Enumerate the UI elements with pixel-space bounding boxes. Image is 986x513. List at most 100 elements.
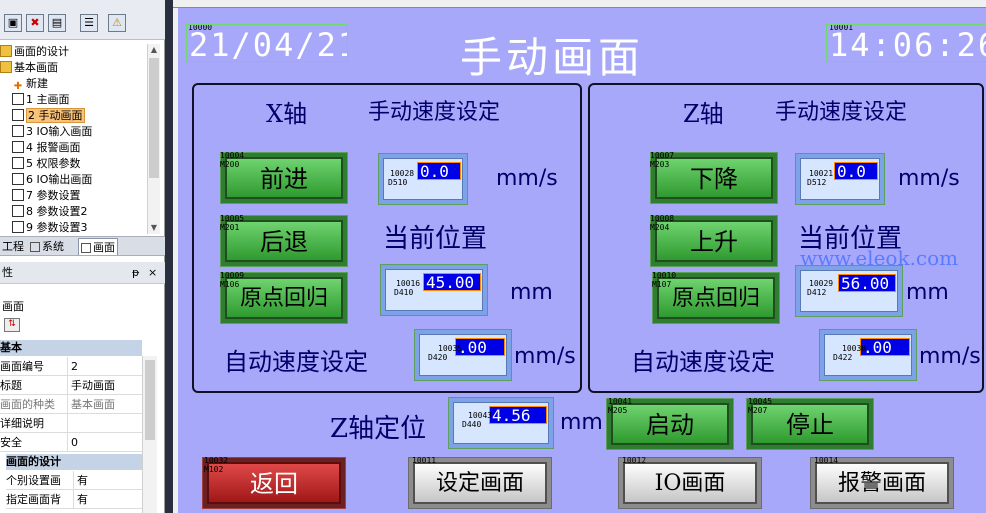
x-auto-speed-label: 自动速度设定 — [224, 348, 368, 376]
property-row[interactable]: 画面编号 2 — [0, 357, 150, 376]
property-row[interactable]: 标题 手动画面 — [0, 376, 150, 395]
object-id: 10045 — [748, 397, 773, 406]
pin-icon[interactable]: ᵽ — [132, 262, 139, 284]
object-id: 10011 — [412, 456, 437, 465]
property-row[interactable]: 指定画面背有 — [6, 490, 156, 509]
tree-item[interactable]: ✚ 新建 — [12, 76, 48, 92]
object-id: 10021 — [809, 169, 834, 178]
tab-icon — [30, 242, 40, 252]
workspace-background — [165, 0, 173, 513]
panel-tabs: 工程 系统 画面 — [0, 236, 165, 256]
property-row[interactable]: 安全 0 — [0, 433, 150, 452]
tree-item[interactable]: 7 参数设置 — [12, 188, 81, 204]
tab-label: 画面 — [93, 241, 115, 254]
scroll-thumb[interactable] — [149, 58, 159, 178]
property-scroll-thumb[interactable] — [145, 360, 155, 440]
tab-label: 系统 — [42, 240, 64, 253]
tree-item-label: 5 权限参数 — [26, 157, 81, 170]
scroll-up-icon[interactable]: ▲ — [148, 44, 160, 56]
property-value[interactable]: 有 — [77, 471, 88, 490]
page-icon — [12, 141, 24, 153]
tree-item-label: 7 参数设置 — [26, 189, 81, 202]
x-speed-label: 手动速度设定 — [368, 100, 501, 125]
property-key: 画面的种类 — [0, 395, 68, 414]
property-value[interactable]: 有 — [77, 490, 88, 509]
warning-icon[interactable]: ⚠ — [108, 14, 126, 32]
tree-scrollbar[interactable]: ▲ ▼ — [147, 44, 160, 234]
tree-item[interactable]: 9 参数设置3 — [12, 220, 88, 234]
tree-item[interactable]: 8 参数设置2 — [12, 204, 88, 220]
tree-item-label: 6 IO输出画面 — [26, 173, 93, 186]
property-subject: 画面 — [2, 300, 24, 313]
property-value[interactable]: 0 — [71, 433, 78, 452]
tab-icon — [81, 243, 91, 253]
close-icon[interactable]: × — [148, 262, 157, 284]
project-panel: ▣ ✖ ▤ ☰ ⚠ 画面的设计 基本画面 ✚ 新建 1 主画面 2 手动画面 3 IO输入画… — [0, 0, 165, 513]
page-icon — [12, 93, 24, 105]
device-address: M204 — [650, 223, 670, 232]
object-id: 10035 — [438, 344, 463, 353]
tab-2[interactable]: 画面 — [78, 238, 118, 255]
object-id: 10012 — [622, 456, 647, 465]
device-address: D510 — [388, 178, 408, 187]
open-icon[interactable]: ▣ — [4, 14, 22, 32]
device-address: D422 — [833, 353, 853, 362]
tree-item[interactable]: 3 IO输入画面 — [12, 124, 92, 140]
object-id: 10008 — [650, 214, 675, 223]
property-group[interactable]: 画面的设计 — [6, 454, 142, 470]
tree-item[interactable]: 5 权限参数 — [12, 156, 81, 172]
tree-item-label: 9 参数设置3 — [26, 221, 88, 234]
folder-icon — [0, 61, 12, 73]
object-id: 10029 — [809, 279, 834, 288]
sort-icon[interactable]: ⇅ — [4, 318, 20, 332]
z-target-unit: mm — [560, 410, 603, 435]
tree-item[interactable]: 1 主画面 — [12, 92, 70, 108]
property-key: 个别设置画 — [6, 471, 74, 490]
object-id: 10009 — [220, 271, 245, 280]
screen-tree: 画面的设计基本画面 ✚ 新建 1 主画面 2 手动画面 3 IO输入画面 4 报警画面 5 权… — [0, 44, 150, 234]
tree-item[interactable]: 6 IO输出画面 — [12, 172, 92, 188]
tree-item-label: 3 IO输入画面 — [26, 125, 93, 138]
tree-item[interactable]: 4 报警画面 — [12, 140, 81, 156]
z-positioning-label: Z轴定位 — [330, 414, 427, 444]
z-speed-label: 手动速度设定 — [775, 100, 908, 125]
tree-item-label: 2 手动画面 — [26, 108, 85, 123]
property-grid: 基本 画面编号 2 标题 手动画面 画面的种类 基本画面 详细说明 安全 0 个别设置画有指定画面背… — [0, 340, 165, 513]
page-icon — [12, 109, 24, 121]
property-group[interactable]: 基本 — [0, 340, 142, 356]
object-id: 10016 — [396, 279, 421, 288]
z-position-unit: mm — [906, 280, 949, 305]
device-address: M207 — [748, 406, 768, 415]
property-value[interactable]: 手动画面 — [71, 376, 115, 395]
device-address: M205 — [608, 406, 628, 415]
tree-item[interactable]: 基本画面 — [0, 60, 58, 76]
tree-item-label: 画面的设计 — [14, 45, 69, 58]
device-address: M200 — [220, 160, 240, 169]
tree-item[interactable]: 画面的设计 — [0, 44, 69, 60]
tab-0[interactable]: 工程 — [0, 238, 26, 255]
tree-item-label: 8 参数设置2 — [26, 205, 88, 218]
watermark: www.eleok.com — [800, 246, 959, 270]
z-speed-unit: mm/s — [898, 166, 960, 191]
property-value[interactable]: 2 — [71, 357, 78, 376]
hmi-screen: 10000 21/04/21 10001 14:06:26 手动画面 X轴 手动… — [178, 8, 986, 513]
property-scrollbar[interactable] — [142, 356, 157, 513]
property-value[interactable]: 基本画面 — [71, 395, 115, 414]
page-icon — [12, 189, 24, 201]
device-address: D410 — [394, 288, 414, 297]
tree-item-label: 4 报警画面 — [26, 141, 81, 154]
scroll-down-icon[interactable]: ▼ — [148, 222, 160, 234]
object-id: 10005 — [220, 214, 245, 223]
tab-1[interactable]: 系统 — [28, 238, 66, 255]
list-icon[interactable]: ☰ — [80, 14, 98, 32]
property-row[interactable]: 详细说明 — [0, 414, 150, 433]
page-icon — [12, 125, 24, 137]
property-row[interactable]: 个别设置画有 — [6, 471, 156, 490]
property-header: 性 ᵽ × — [0, 262, 165, 284]
delete-icon[interactable]: ✖ — [26, 14, 44, 32]
tree-item-label: 基本画面 — [14, 61, 58, 74]
tree-item[interactable]: 2 手动画面 — [12, 108, 85, 124]
object-id: 10007 — [650, 151, 675, 160]
property-row[interactable]: 画面的种类 基本画面 — [0, 395, 150, 414]
window-icon[interactable]: ▤ — [48, 14, 66, 32]
